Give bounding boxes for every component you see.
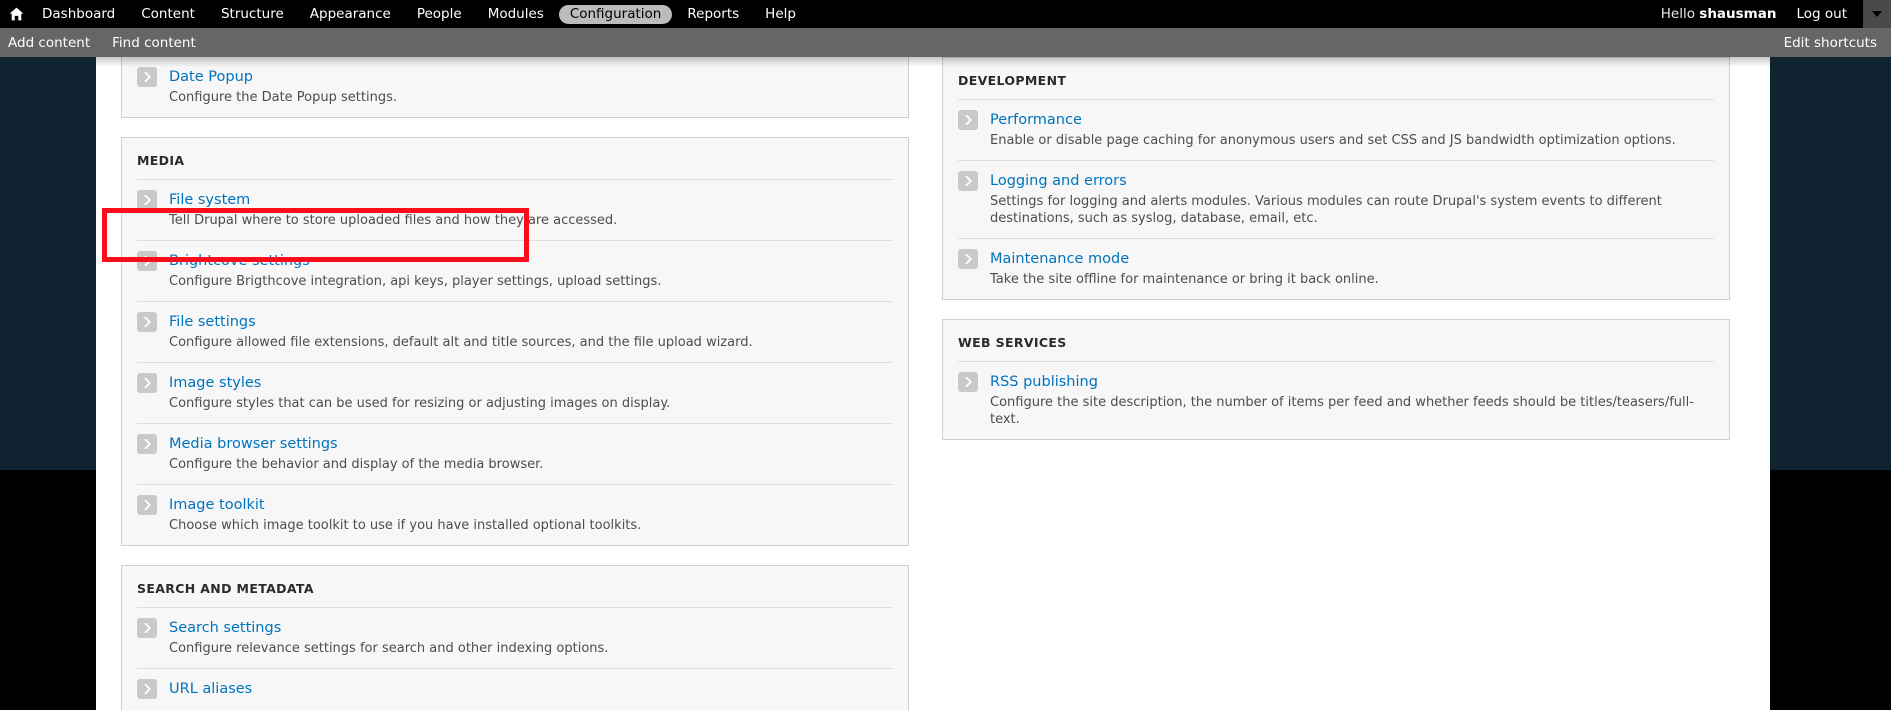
toolbar-collapse-button[interactable] xyxy=(1863,0,1891,28)
config-desc-performance: Enable or disable page caching for anony… xyxy=(990,133,1676,148)
toolbar-item-structure[interactable]: Structure xyxy=(208,0,297,28)
chevron-right-icon xyxy=(137,312,157,332)
config-link-file-settings[interactable]: File settings xyxy=(169,313,256,331)
panel-date-partial-items: Date Popup Configure the Date Popup sett… xyxy=(122,57,908,117)
toolbar-item-help[interactable]: Help xyxy=(752,0,809,28)
greeting-prefix: Hello xyxy=(1660,6,1695,22)
config-item-rss-publishing[interactable]: RSS publishing Configure the site descri… xyxy=(958,361,1714,439)
panel-development: DEVELOPMENT Performance Enable or disabl… xyxy=(942,57,1730,300)
admin-toolbar-menu: Dashboard Content Structure Appearance P… xyxy=(0,0,809,28)
chevron-right-icon xyxy=(137,495,157,515)
config-link-maintenance-mode[interactable]: Maintenance mode xyxy=(990,250,1129,268)
config-desc-file-settings: Configure allowed file extensions, defau… xyxy=(169,335,753,350)
config-desc-date-popup: Configure the Date Popup settings. xyxy=(169,90,397,105)
config-desc-logging-and-errors: Settings for logging and alerts modules.… xyxy=(990,194,1662,226)
config-item-file-system[interactable]: File system Tell Drupal where to store u… xyxy=(137,179,893,240)
config-item-date-popup[interactable]: Date Popup Configure the Date Popup sett… xyxy=(137,57,893,117)
admin-toolbar-user-area: Hello shausman Log out xyxy=(1651,0,1891,28)
shortcut-add-content[interactable]: Add content xyxy=(0,35,101,51)
config-desc-rss-publishing: Configure the site description, the numb… xyxy=(990,395,1694,427)
config-desc-media-browser-settings: Configure the behavior and display of th… xyxy=(169,457,544,472)
panel-media-items: File system Tell Drupal where to store u… xyxy=(122,179,908,545)
config-link-logging-and-errors[interactable]: Logging and errors xyxy=(990,172,1127,190)
panel-development-items: Performance Enable or disable page cachi… xyxy=(943,99,1729,299)
panel-search-and-metadata-items: Search settings Configure relevance sett… xyxy=(122,607,908,710)
toolbar-item-configuration[interactable]: Configuration xyxy=(558,4,673,24)
panel-web-services: WEB SERVICES RSS publishing Configure th… xyxy=(942,319,1730,440)
chevron-right-icon xyxy=(137,190,157,210)
config-item-image-toolkit[interactable]: Image toolkit Choose which image toolkit… xyxy=(137,484,893,545)
panel-media: MEDIA File system Tell Drupal where to s… xyxy=(121,137,909,546)
config-link-media-browser-settings[interactable]: Media browser settings xyxy=(169,435,338,453)
configuration-right-column: DEVELOPMENT Performance Enable or disabl… xyxy=(942,57,1730,710)
user-greeting: Hello shausman xyxy=(1651,6,1787,22)
config-link-brightcove-settings[interactable]: Brightcove settings xyxy=(169,252,310,270)
panel-title-development: DEVELOPMENT xyxy=(958,73,1067,88)
chevron-right-icon xyxy=(958,249,978,269)
config-item-url-aliases[interactable]: URL aliases xyxy=(137,668,893,710)
config-item-search-settings[interactable]: Search settings Configure relevance sett… xyxy=(137,607,893,668)
config-desc-file-system: Tell Drupal where to store uploaded file… xyxy=(169,213,618,228)
config-item-maintenance-mode[interactable]: Maintenance mode Take the site offline f… xyxy=(958,238,1714,299)
toolbar-item-dashboard[interactable]: Dashboard xyxy=(29,0,128,28)
admin-toolbar: Dashboard Content Structure Appearance P… xyxy=(0,0,1891,28)
chevron-right-icon xyxy=(137,373,157,393)
config-link-image-toolkit[interactable]: Image toolkit xyxy=(169,496,265,514)
config-desc-search-settings: Configure relevance settings for search … xyxy=(169,641,609,656)
toolbar-item-people[interactable]: People xyxy=(404,0,475,28)
username: shausman xyxy=(1699,6,1777,22)
chevron-down-icon xyxy=(1872,11,1882,17)
chevron-right-icon xyxy=(137,679,157,699)
toolbar-item-appearance[interactable]: Appearance xyxy=(297,0,404,28)
panel-title-search-and-metadata: SEARCH AND METADATA xyxy=(137,581,314,596)
chevron-right-icon xyxy=(137,251,157,271)
configuration-left-column: Date Popup Configure the Date Popup sett… xyxy=(121,57,909,710)
toolbar-item-reports[interactable]: Reports xyxy=(674,0,752,28)
chevron-right-icon xyxy=(137,618,157,638)
config-desc-image-styles: Configure styles that can be used for re… xyxy=(169,396,671,411)
desktop-left-strip xyxy=(0,57,96,470)
panel-search-and-metadata: SEARCH AND METADATA Search settings Conf… xyxy=(121,565,909,710)
config-link-date-popup[interactable]: Date Popup xyxy=(169,68,253,86)
config-link-image-styles[interactable]: Image styles xyxy=(169,374,261,392)
chevron-right-icon xyxy=(137,67,157,87)
config-item-image-styles[interactable]: Image styles Configure styles that can b… xyxy=(137,362,893,423)
panel-web-services-items: RSS publishing Configure the site descri… xyxy=(943,361,1729,439)
home-icon[interactable] xyxy=(3,0,29,28)
toolbar-item-modules[interactable]: Modules xyxy=(475,0,557,28)
config-desc-brightcove-settings: Configure Brigthcove integration, api ke… xyxy=(169,274,662,289)
panel-title-web-services: WEB SERVICES xyxy=(958,335,1067,350)
chevron-right-icon xyxy=(958,372,978,392)
shortcut-bar: Add content Find content Edit shortcuts xyxy=(0,28,1891,57)
panel-date-partial: Date Popup Configure the Date Popup sett… xyxy=(121,57,909,118)
toolbar-item-content[interactable]: Content xyxy=(128,0,208,28)
panel-title-media: MEDIA xyxy=(137,153,185,168)
config-item-file-settings[interactable]: File settings Configure allowed file ext… xyxy=(137,301,893,362)
config-item-media-browser-settings[interactable]: Media browser settings Configure the beh… xyxy=(137,423,893,484)
config-item-performance[interactable]: Performance Enable or disable page cachi… xyxy=(958,99,1714,160)
config-item-brightcove-settings[interactable]: Brightcove settings Configure Brigthcove… xyxy=(137,240,893,301)
chevron-right-icon xyxy=(137,434,157,454)
config-link-performance[interactable]: Performance xyxy=(990,111,1082,129)
config-desc-maintenance-mode: Take the site offline for maintenance or… xyxy=(990,272,1379,287)
edit-shortcuts-link[interactable]: Edit shortcuts xyxy=(1773,35,1891,51)
logout-link[interactable]: Log out xyxy=(1786,6,1857,22)
configuration-page: Date Popup Configure the Date Popup sett… xyxy=(96,57,1770,710)
chevron-right-icon xyxy=(958,171,978,191)
config-link-file-system[interactable]: File system xyxy=(169,191,250,209)
config-link-search-settings[interactable]: Search settings xyxy=(169,619,281,637)
shortcut-find-content[interactable]: Find content xyxy=(101,35,207,51)
config-desc-image-toolkit: Choose which image toolkit to use if you… xyxy=(169,518,642,533)
config-link-url-aliases[interactable]: URL aliases xyxy=(169,680,252,698)
chevron-right-icon xyxy=(958,110,978,130)
config-link-rss-publishing[interactable]: RSS publishing xyxy=(990,373,1098,391)
desktop-right-strip xyxy=(1770,57,1891,470)
config-item-logging-and-errors[interactable]: Logging and errors Settings for logging … xyxy=(958,160,1714,238)
